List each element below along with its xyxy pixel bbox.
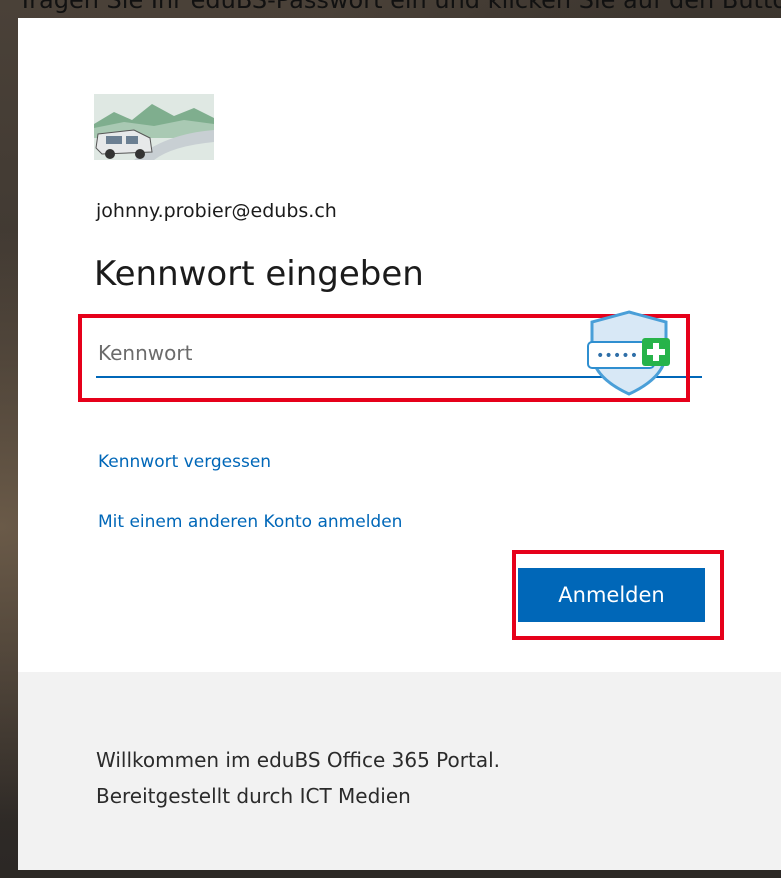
forgot-password-link[interactable]: Kennwort vergessen	[98, 452, 271, 472]
page-title: Kennwort eingeben	[94, 254, 424, 294]
footer-welcome-text: Willkommen im eduBS Office 365 Portal.	[96, 748, 500, 772]
footer-provider-text: Bereitgestellt durch ICT Medien	[96, 784, 411, 808]
instruction-caption: Tragen Sie Ihr eduBS-Passwort ein und kl…	[18, 0, 781, 14]
car-landscape-logo	[94, 94, 214, 160]
other-account-link[interactable]: Mit einem anderen Konto anmelden	[98, 512, 402, 532]
signin-highlight-box	[512, 550, 724, 640]
card-footer: Willkommen im eduBS Office 365 Portal. B…	[18, 672, 781, 870]
password-manager-shield-icon[interactable]: •••••	[586, 308, 672, 396]
svg-text:•••••: •••••	[596, 348, 638, 364]
account-email: johnny.probier@edubs.ch	[96, 200, 337, 222]
page-background: Tragen Sie Ihr eduBS-Passwort ein und kl…	[0, 0, 781, 878]
signin-card: Willkommen im eduBS Office 365 Portal. B…	[18, 18, 781, 870]
